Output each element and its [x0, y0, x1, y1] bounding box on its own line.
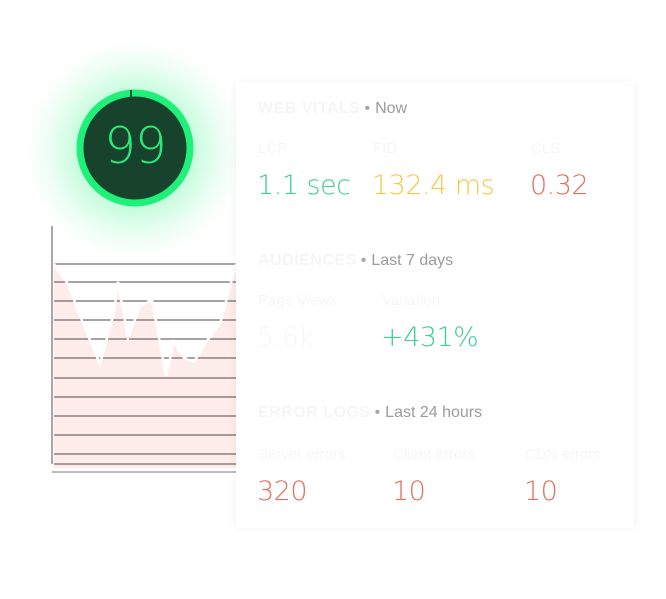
- metric-server-errors-label: Server errors: [258, 446, 346, 463]
- section-audiences-title: AUDIENCES: [258, 252, 357, 269]
- metric-cdn-errors-value: 10: [524, 476, 558, 507]
- section-separator: •: [374, 404, 381, 421]
- metric-page-views-value: 5.6k: [257, 322, 314, 353]
- metric-cdn-errors-label: CDN errors: [525, 446, 601, 463]
- section-web-vitals-header: WEB VITALS • Now: [258, 100, 407, 118]
- metric-client-errors-label: Client errors: [393, 446, 475, 463]
- score-value: 99: [104, 117, 167, 175]
- metric-cls-value: 0.32: [530, 170, 589, 201]
- metric-variation-value: +431%: [381, 322, 479, 353]
- section-web-vitals-period: Now: [375, 100, 408, 117]
- section-separator: •: [364, 100, 371, 117]
- metric-fid-value: 132.4 ms: [372, 170, 495, 201]
- metric-variation-label: Variation: [382, 292, 441, 309]
- section-error-logs-header: ERROR LOGS • Last 24 hours: [258, 404, 482, 422]
- metric-fid-label: FID: [373, 140, 398, 157]
- metric-cls-label: CLS: [531, 140, 561, 157]
- section-error-logs-period: Last 24 hours: [385, 404, 483, 421]
- metric-lcp-label: LCP: [258, 140, 288, 157]
- metrics-card: WEB VITALS • Now LCP 1.1 sec FID 132.4 m…: [236, 82, 634, 528]
- section-web-vitals-title: WEB VITALS: [258, 100, 361, 117]
- metric-client-errors-value: 10: [392, 476, 426, 507]
- metric-page-views-label: Page Views: [258, 292, 337, 309]
- section-audiences-period: Last 7 days: [371, 252, 454, 269]
- chart-area: [54, 264, 236, 468]
- section-separator: •: [360, 252, 367, 269]
- traffic-mini-chart: [51, 226, 236, 473]
- dashboard-stage: 99 WEB VITALS • Now LCP 1.1 sec FID 132.…: [0, 0, 666, 599]
- section-error-logs-title: ERROR LOGS: [258, 404, 371, 421]
- metric-server-errors-value: 320: [257, 476, 308, 507]
- section-audiences-header: AUDIENCES • Last 7 days: [258, 252, 453, 270]
- metric-lcp-value: 1.1 sec: [257, 170, 351, 201]
